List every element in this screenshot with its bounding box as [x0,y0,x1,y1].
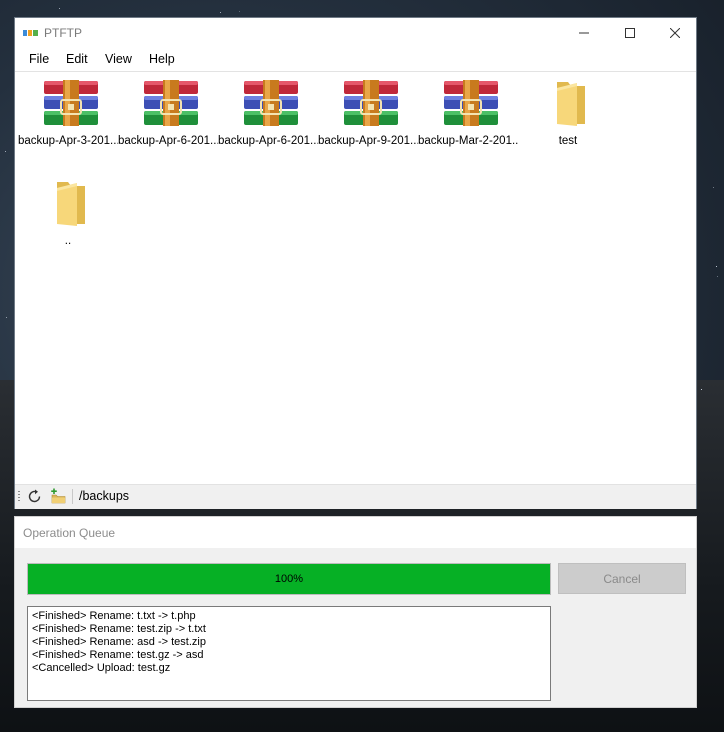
file-list-view[interactable]: backup-Apr-3-201... backup-Apr-6-201... … [15,72,696,482]
star [5,151,6,152]
menu-file[interactable]: File [29,52,49,66]
queue-title-bar[interactable]: Operation Queue [15,517,696,548]
file-label: backup-Mar-2-201... [418,135,518,147]
window-title: PTFTP [44,26,82,40]
file-label: test [558,135,578,147]
main-window: PTFTP File Edit View Help backup-Apr-3-2… [14,17,697,509]
progress-bar: 100% [27,563,551,595]
folder-item[interactable]: test [518,72,618,162]
queue-title: Operation Queue [23,526,116,540]
folder-icon [44,180,98,226]
status-bar: /backups [15,484,696,509]
menu-view[interactable]: View [105,52,132,66]
progress-label: 100% [274,573,304,585]
maximize-icon [625,28,635,38]
log-line: <Finished> Rename: test.gz -> asd [32,649,204,661]
star [713,187,714,188]
star [239,11,240,12]
log-line: <Finished> Rename: test.zip -> t.txt [32,623,206,635]
toolbar-separator [72,489,73,504]
archive-file-item[interactable]: backup-Mar-2-201... [418,72,518,162]
winrar-archive-icon [144,80,198,126]
folder-item[interactable]: .. [18,172,118,262]
close-button[interactable] [652,18,698,48]
new-folder-icon[interactable] [49,488,67,504]
file-label: backup-Apr-6-201... [218,135,318,147]
archive-file-item[interactable]: backup-Apr-6-201... [218,72,318,162]
cancel-button[interactable]: Cancel [558,563,686,594]
close-icon [670,28,680,38]
operation-queue-window: Operation Queue 100% Cancel <Finished> R… [14,516,697,708]
star [59,8,60,9]
log-line: <Cancelled> Upload: test.gz [32,662,171,674]
app-logo-icon [23,30,38,36]
winrar-archive-icon [44,80,98,126]
menu-bar: File Edit View Help [15,48,696,72]
file-label: .. [64,235,72,247]
star [701,389,702,390]
archive-file-item[interactable]: backup-Apr-3-201... [18,72,118,162]
star [717,276,718,277]
star [220,12,221,13]
minimize-icon [579,32,589,34]
star [6,317,7,318]
file-label: backup-Apr-9-201... [318,135,418,147]
star [716,266,717,267]
folder-icon [544,80,598,126]
winrar-archive-icon [344,80,398,126]
archive-file-item[interactable]: backup-Apr-6-201... [118,72,218,162]
log-line: <Finished> Rename: asd -> test.zip [32,636,206,648]
menu-help[interactable]: Help [149,52,175,66]
menu-edit[interactable]: Edit [66,52,88,66]
file-label: backup-Apr-3-201... [18,135,118,147]
file-label: backup-Apr-6-201... [118,135,218,147]
minimize-button[interactable] [561,18,607,48]
title-bar[interactable]: PTFTP [15,18,696,48]
queue-log[interactable]: <Finished> Rename: t.txt -> t.php <Finish… [27,606,551,701]
log-line: <Finished> Rename: t.txt -> t.php [32,610,196,622]
winrar-archive-icon [244,80,298,126]
refresh-icon[interactable] [26,488,43,505]
archive-file-item[interactable]: backup-Apr-9-201... [318,72,418,162]
current-path: /backups [79,489,130,503]
toolbar-grip[interactable] [18,491,20,503]
maximize-button[interactable] [607,18,653,48]
winrar-archive-icon [444,80,498,126]
